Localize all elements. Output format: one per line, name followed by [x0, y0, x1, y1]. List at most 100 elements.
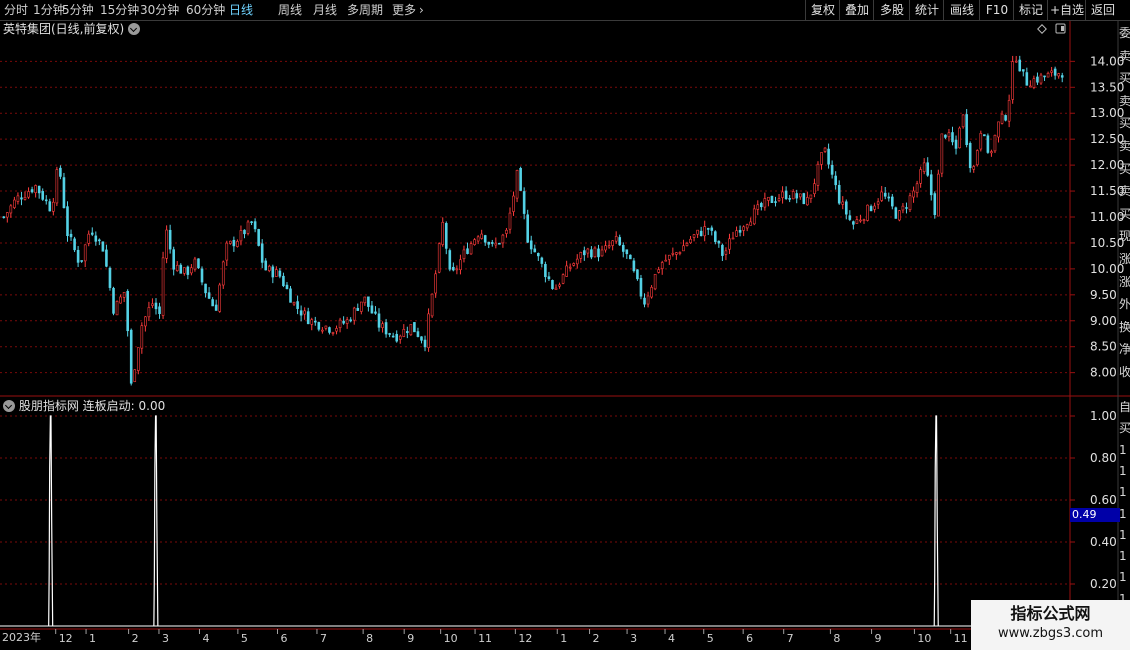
candle-body — [246, 221, 250, 234]
candle-body — [455, 268, 459, 271]
candle-body — [823, 147, 827, 152]
candle-body — [869, 206, 873, 212]
candle-body — [745, 224, 749, 229]
quote-label-fragment: 卖 — [1119, 185, 1130, 199]
candle-body — [650, 287, 653, 298]
candle-body — [423, 339, 427, 348]
time-axis-month-label: 6 — [746, 632, 753, 645]
candle-body — [462, 249, 466, 259]
candle-body — [979, 133, 983, 150]
quote-label-fragment: 买 — [1119, 117, 1130, 131]
candle-body — [490, 242, 494, 244]
chart-canvas[interactable]: 14.0013.5013.0012.5012.0011.5011.0010.50… — [0, 0, 1130, 650]
candle-body — [770, 195, 774, 204]
candle-body — [345, 319, 349, 324]
candle-body — [972, 166, 976, 170]
candle-body — [551, 280, 554, 289]
candle-body — [501, 234, 505, 244]
candle-body — [752, 208, 756, 225]
candle-body — [214, 304, 218, 311]
candle-body — [427, 313, 430, 349]
candle-body — [441, 222, 445, 245]
candle-body — [806, 197, 809, 206]
candle-body — [338, 319, 342, 329]
candle-body — [965, 114, 968, 145]
candle-body — [937, 173, 940, 217]
candle-body — [452, 266, 455, 271]
candle-body — [413, 322, 416, 333]
candle-body — [398, 335, 402, 340]
watermark-logo: 指标公式网 www.zbgs3.com — [971, 600, 1130, 650]
candle-body — [660, 262, 664, 269]
candle-body — [731, 237, 735, 240]
candle-body — [331, 332, 335, 334]
candle-body — [229, 240, 232, 244]
candle-body — [275, 269, 278, 277]
quote-label-fragment: 买 — [1119, 72, 1130, 86]
quote-label-fragment: 委 — [1119, 27, 1130, 40]
watermark-url: www.zbgs3.com — [997, 626, 1104, 641]
time-axis-month-label: 2 — [593, 632, 600, 645]
candle-body — [873, 205, 876, 210]
quote-label-fragment: 买 — [1119, 207, 1130, 221]
candle-body — [848, 215, 852, 220]
time-axis-year: 2023年 — [2, 631, 41, 644]
candle-body — [742, 226, 745, 231]
candle-body — [565, 265, 568, 277]
candle-body — [905, 207, 908, 209]
candle-body — [299, 310, 303, 316]
candle-body — [675, 252, 678, 255]
candle-body — [409, 324, 413, 336]
candle-body — [172, 249, 175, 270]
candle-body — [175, 264, 179, 272]
diamond-icon[interactable] — [1037, 24, 1047, 34]
time-axis-month-label: 10 — [917, 632, 931, 645]
candle-body — [760, 203, 763, 208]
candle-body — [66, 206, 69, 237]
candle-body — [1046, 72, 1050, 78]
candle-body — [313, 320, 317, 323]
candle-body — [558, 284, 561, 287]
candle-body — [774, 201, 777, 203]
candle-body — [721, 244, 724, 256]
candle-body — [607, 245, 611, 248]
candle-body — [243, 229, 246, 235]
time-axis-month-label: 3 — [630, 632, 637, 645]
candle-body — [767, 196, 770, 201]
candle-body — [706, 228, 710, 230]
candle-body — [629, 254, 632, 260]
candle-body — [933, 193, 937, 215]
candle-body — [388, 333, 391, 335]
candle-body — [604, 245, 607, 251]
candle-body — [59, 167, 62, 177]
quote-label-fragment: 涨 — [1119, 275, 1130, 289]
price-axis-label: 8.00 — [1090, 366, 1117, 380]
candle-body — [947, 132, 951, 138]
candle-body — [197, 258, 200, 269]
candle-body — [788, 198, 791, 200]
candle-body — [954, 139, 958, 149]
price-axis-label: 8.50 — [1090, 340, 1117, 354]
candle-body — [834, 175, 837, 186]
time-axis-month-label: 12 — [518, 632, 532, 645]
candle-body — [646, 295, 650, 305]
candle-body — [186, 266, 190, 275]
candle-body — [430, 293, 434, 317]
candle-body — [161, 257, 165, 316]
candle-body — [1021, 69, 1025, 72]
candle-body — [540, 257, 544, 264]
candle-body — [983, 134, 986, 137]
candle-body — [798, 193, 802, 198]
candle-body — [480, 233, 483, 239]
candle-body — [639, 278, 643, 297]
candle-body — [377, 313, 381, 328]
candle-body — [473, 239, 476, 245]
candle-body — [653, 274, 657, 290]
candle-body — [76, 249, 80, 263]
time-axis-month-label: 7 — [787, 632, 794, 645]
candle-body — [183, 267, 186, 274]
candle-body — [537, 253, 540, 257]
candle-body — [929, 174, 933, 196]
candle-body — [529, 240, 533, 250]
candle-body — [328, 327, 331, 333]
